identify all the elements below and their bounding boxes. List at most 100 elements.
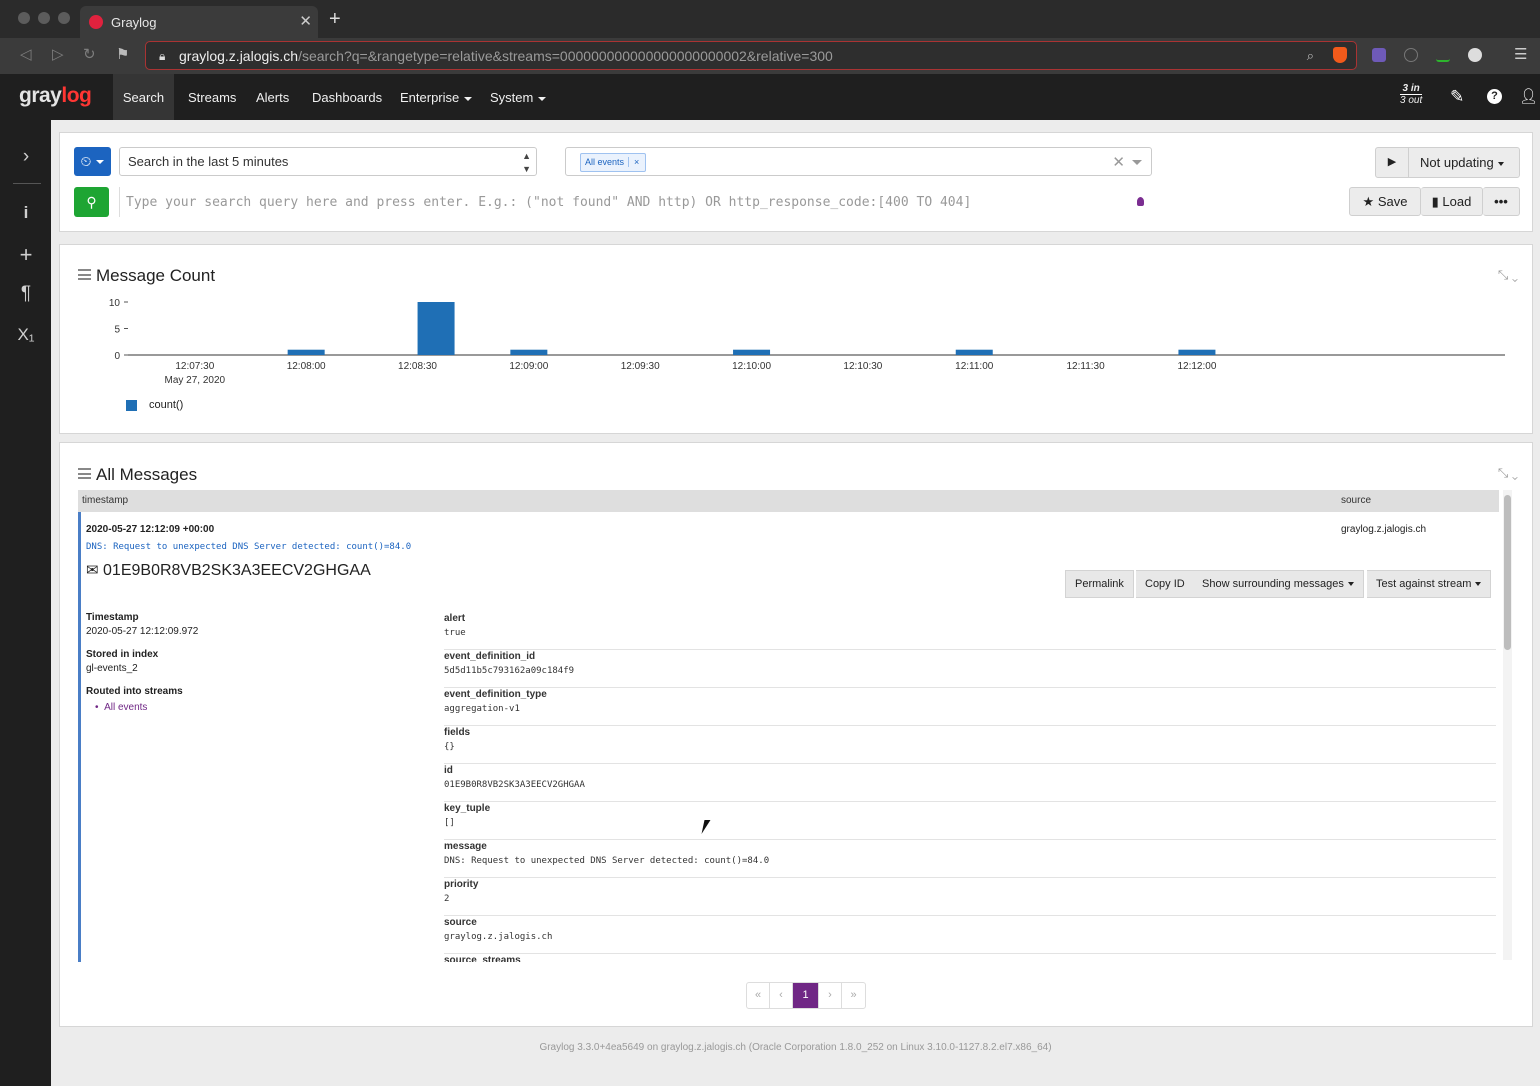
page-1-button[interactable]: 1 bbox=[793, 983, 819, 1008]
test-against-stream-dropdown[interactable]: Test against stream bbox=[1367, 570, 1492, 598]
user-icon[interactable]: 👤︎ bbox=[1519, 88, 1538, 106]
load-button[interactable]: ▮ Load bbox=[1421, 187, 1483, 216]
save-button[interactable]: ★ Save bbox=[1349, 187, 1421, 216]
all-messages-widget: All Messages ⤡ ⌄ timestamp source 2020-0… bbox=[59, 442, 1533, 1027]
next-page-button[interactable]: › bbox=[819, 983, 842, 1008]
throughput-indicator[interactable]: 3 in 3 out bbox=[1400, 83, 1423, 107]
col-timestamp[interactable]: timestamp bbox=[82, 495, 128, 506]
paragraph-icon[interactable]: ¶ bbox=[14, 283, 38, 305]
forward-icon[interactable]: ▷ bbox=[52, 46, 64, 64]
streams-filter[interactable]: All events × ✕ bbox=[565, 147, 1152, 176]
brave-shield-icon[interactable] bbox=[1333, 47, 1347, 63]
field-key[interactable]: priority bbox=[444, 879, 478, 890]
field-key[interactable]: message bbox=[444, 841, 487, 852]
info-icon[interactable]: i bbox=[14, 203, 38, 223]
new-tab-icon[interactable]: + bbox=[329, 9, 341, 29]
field-row: priority 2 bbox=[444, 878, 1496, 916]
window-close-button[interactable] bbox=[18, 12, 30, 24]
widget-controls[interactable]: ⤡ ⌄ bbox=[1498, 465, 1518, 481]
menu-icon[interactable]: ☰ bbox=[1514, 46, 1527, 64]
field-value: 01E9B0R8VB2SK3A3EECV2GHGAA bbox=[444, 780, 585, 790]
time-range-select[interactable]: Search in the last 5 minutes ▲ ▼ bbox=[119, 147, 537, 176]
window-zoom-button[interactable] bbox=[58, 12, 70, 24]
index-value: gl-events_2 bbox=[86, 663, 138, 674]
refresh-control[interactable]: ▶ Not updating bbox=[1375, 147, 1520, 178]
close-tab-icon[interactable]: ✕ bbox=[299, 12, 312, 30]
bookmark-icon[interactable]: ⚑ bbox=[116, 46, 129, 64]
field-key[interactable]: alert bbox=[444, 613, 465, 624]
not-updating-dropdown[interactable]: Not updating bbox=[1420, 155, 1504, 170]
nav-dashboards[interactable]: Dashboards bbox=[312, 90, 382, 105]
chevron-down-icon[interactable] bbox=[1132, 160, 1142, 165]
url-text: graylog.z.jalogis.ch/search?q=&rangetype… bbox=[179, 48, 833, 64]
field-key[interactable]: id bbox=[444, 765, 453, 776]
field-row: alert true bbox=[444, 612, 1496, 650]
field-row: id 01E9B0R8VB2SK3A3EECV2GHGAA bbox=[444, 764, 1496, 802]
nav-streams[interactable]: Streams bbox=[188, 90, 236, 105]
x-tick-label: 12:08:00 bbox=[287, 361, 326, 372]
wave-extension-icon[interactable] bbox=[1436, 48, 1450, 62]
x-tick-label: 12:10:00 bbox=[732, 361, 771, 372]
window-minimize-button[interactable] bbox=[38, 12, 50, 24]
expanded-message: 2020-05-27 12:12:09 +00:00 graylog.z.jal… bbox=[78, 512, 1499, 962]
first-page-button[interactable]: « bbox=[747, 983, 770, 1008]
back-icon[interactable]: ◁ bbox=[20, 46, 32, 64]
field-key[interactable]: event_definition_id bbox=[444, 651, 535, 662]
legend-label: count() bbox=[149, 399, 184, 411]
copy-id-button[interactable]: Copy ID bbox=[1136, 570, 1195, 598]
nav-alerts[interactable]: Alerts bbox=[256, 90, 289, 105]
more-actions-icon[interactable]: ••• bbox=[1483, 187, 1520, 216]
browser-tab[interactable]: Graylog ✕ bbox=[80, 6, 318, 38]
scrollbar-thumb[interactable] bbox=[1504, 495, 1511, 650]
chevron-down-icon bbox=[464, 96, 473, 101]
field-value: DNS: Request to unexpected DNS Server de… bbox=[444, 856, 770, 866]
field-key[interactable]: source bbox=[444, 917, 477, 928]
drag-handle-icon[interactable] bbox=[78, 269, 91, 280]
prev-page-button[interactable]: ‹ bbox=[770, 983, 793, 1008]
camera-extension-icon[interactable] bbox=[1468, 48, 1482, 62]
stream-link[interactable]: • All events bbox=[95, 702, 147, 713]
x-tick-label: 12:12:00 bbox=[1177, 361, 1216, 372]
address-bar[interactable]: 🔒︎ graylog.z.jalogis.ch/search?q=&ranget… bbox=[145, 41, 1357, 70]
nav-enterprise[interactable]: Enterprise bbox=[400, 90, 473, 105]
row-source: graylog.z.jalogis.ch bbox=[1341, 524, 1427, 535]
nav-search[interactable]: Search bbox=[113, 74, 174, 120]
edit-icon[interactable]: ✎ bbox=[1450, 88, 1464, 106]
surrounding-messages-dropdown[interactable]: Show surrounding messages bbox=[1193, 570, 1364, 598]
query-help-icon[interactable] bbox=[1137, 197, 1144, 206]
graylog-logo[interactable]: graylog bbox=[19, 84, 92, 108]
field-key[interactable]: fields bbox=[444, 727, 470, 738]
bar bbox=[1178, 349, 1216, 355]
field-key[interactable]: source_streams bbox=[444, 955, 521, 962]
nav-system[interactable]: System bbox=[490, 90, 547, 105]
extension-icon[interactable] bbox=[1372, 48, 1386, 62]
stream-chip[interactable]: All events × bbox=[580, 153, 647, 172]
field-key[interactable]: event_definition_type bbox=[444, 689, 547, 700]
drag-handle-icon[interactable] bbox=[78, 468, 91, 479]
add-widget-icon[interactable]: + bbox=[14, 242, 38, 268]
field-value: graylog.z.jalogis.ch bbox=[444, 932, 553, 942]
y-tick-label: 0 bbox=[114, 351, 120, 362]
last-page-button[interactable]: » bbox=[842, 983, 865, 1008]
reload-icon[interactable]: ↻ bbox=[83, 46, 96, 64]
clear-icon[interactable]: ✕ bbox=[1112, 153, 1125, 171]
info-extension-icon[interactable] bbox=[1404, 48, 1418, 62]
scrollbar[interactable] bbox=[1503, 490, 1512, 960]
field-key[interactable]: key_tuple bbox=[444, 803, 490, 814]
row-summary[interactable]: DNS: Request to unexpected DNS Server de… bbox=[86, 542, 411, 552]
tab-title: Graylog bbox=[111, 15, 157, 30]
widget-controls[interactable]: ⤡ ⌄ bbox=[1498, 267, 1518, 283]
col-source[interactable]: source bbox=[1341, 495, 1371, 506]
help-icon[interactable]: ? bbox=[1487, 89, 1502, 104]
expand-sidebar-icon[interactable]: › bbox=[14, 146, 38, 168]
search-sidebar: › i + ¶ X₁ bbox=[0, 120, 51, 1086]
subscript-icon[interactable]: X₁ bbox=[14, 325, 38, 345]
search-button[interactable]: ⚲ bbox=[74, 187, 109, 217]
field-value: [] bbox=[444, 818, 455, 828]
play-icon[interactable]: ▶ bbox=[1376, 148, 1409, 177]
search-query-input[interactable]: Type your search query here and press en… bbox=[119, 187, 1154, 217]
remove-chip-icon[interactable]: × bbox=[628, 157, 640, 167]
permalink-button[interactable]: Permalink bbox=[1065, 570, 1134, 598]
time-range-type-button[interactable]: ⏲︎ bbox=[74, 147, 111, 176]
zoom-icon[interactable]: ⌕ bbox=[1307, 48, 1314, 64]
